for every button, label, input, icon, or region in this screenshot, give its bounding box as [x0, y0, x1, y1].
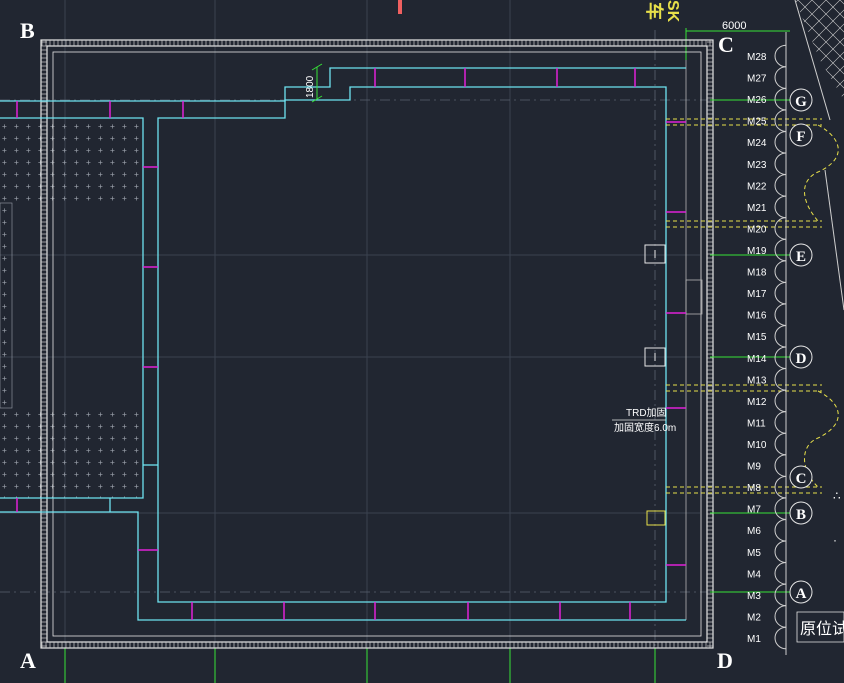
- corner-label-c: C: [718, 32, 734, 57]
- axis-marker-b[interactable]: B: [789, 501, 813, 525]
- well-arcs: [774, 44, 787, 650]
- well-label: M18: [747, 268, 767, 279]
- well-label: M28: [747, 52, 767, 63]
- well-label: M2: [747, 612, 761, 623]
- well-label: M25: [747, 117, 767, 128]
- well-label: M21: [747, 203, 767, 214]
- well-label: M11: [747, 418, 766, 429]
- well-arc: [774, 540, 787, 564]
- top-code: SK: [664, 0, 681, 23]
- well-arc: [774, 174, 787, 197]
- dimension-offset-label: 1800: [305, 75, 316, 98]
- trd-note-line2: 加固宽度6.0m: [614, 421, 676, 434]
- well-label: M7: [747, 505, 761, 516]
- well-arc: [774, 303, 787, 326]
- well-label: M6: [747, 526, 761, 537]
- well-arc: [774, 87, 787, 111]
- well-arc: [774, 454, 787, 477]
- cad-drawing-canvas[interactable]: +: [0, 0, 844, 683]
- axis-label-a: A: [796, 586, 807, 602]
- well-arc: [774, 518, 787, 542]
- hatched-soil-areas: [0, 118, 143, 498]
- well-labels: M28 M27 M26 M25 M24 M23 M22 M21 M20 M19 M18 M17 M16 M…: [747, 52, 767, 645]
- corner-label-d: D: [717, 648, 733, 673]
- well-label: M13: [747, 375, 767, 386]
- well-arc: [774, 626, 787, 650]
- well-arc: [774, 389, 787, 413]
- well-arc: [774, 238, 787, 262]
- well-label: M19: [747, 246, 767, 257]
- well-arc: [774, 324, 787, 348]
- well-arc: [774, 497, 787, 520]
- well-arc: [774, 281, 787, 305]
- axis-marker-d[interactable]: D: [789, 345, 813, 369]
- axis-label-d: D: [796, 351, 807, 367]
- trd-note-line1: TRD加固: [626, 407, 667, 419]
- bottom-right-note: 原位试: [796, 611, 844, 643]
- axis-label-c: C: [796, 471, 807, 487]
- yellow-dashed-lines: [666, 118, 839, 494]
- well-arc: [774, 130, 787, 154]
- well-label: M17: [747, 289, 767, 300]
- axis-marker-a[interactable]: A: [789, 580, 813, 604]
- dimension-offset: 1800: [305, 63, 323, 103]
- axis-marker-f[interactable]: F: [789, 123, 813, 147]
- axis-leader-lines: [710, 99, 790, 593]
- well-label: M8: [747, 483, 761, 494]
- well-arc: [774, 44, 787, 68]
- well-label: M5: [747, 548, 761, 559]
- well-arc: [774, 66, 787, 89]
- well-label: M15: [747, 332, 767, 343]
- top-char: 车: [644, 2, 665, 20]
- corner-label-b: B: [20, 18, 35, 43]
- axis-label-f: F: [796, 129, 805, 145]
- axis-label-b: B: [796, 507, 806, 523]
- well-arc: [774, 109, 787, 132]
- well-arc: [774, 605, 787, 628]
- well-label: M4: [747, 569, 761, 580]
- dimension-top: 6000: [685, 20, 790, 36]
- axis-marker-e[interactable]: E: [789, 243, 813, 267]
- axis-marker-g[interactable]: G: [789, 88, 813, 112]
- well-label: M20: [747, 224, 767, 235]
- well-label: M24: [747, 138, 767, 149]
- axis-label-g: G: [795, 94, 807, 110]
- well-arc: [774, 583, 787, 607]
- well-label: M3: [747, 591, 761, 602]
- well-arc: [774, 368, 787, 391]
- edge-glyph-2: ·: [833, 533, 837, 547]
- right-strip: [685, 60, 703, 620]
- well-label: M14: [747, 354, 767, 365]
- red-mark: [398, 0, 402, 14]
- well-label: M23: [747, 160, 767, 171]
- well-label: M22: [747, 181, 767, 192]
- well-arc: [774, 411, 787, 434]
- well-arc: [774, 346, 787, 370]
- well-label: M10: [747, 440, 767, 451]
- edge-glyph: ∴: [833, 489, 841, 503]
- well-label: M27: [747, 74, 767, 85]
- corner-label-a: A: [20, 648, 36, 673]
- well-arc: [774, 195, 787, 219]
- axis-marker-c[interactable]: C: [789, 465, 813, 489]
- well-label: M12: [747, 397, 767, 408]
- well-arc: [774, 432, 787, 456]
- axis-label-e: E: [796, 249, 806, 265]
- well-arc: [774, 152, 787, 176]
- well-label: M16: [747, 311, 767, 322]
- dimension-top-label: 6000: [722, 20, 746, 32]
- well-label: M26: [747, 95, 767, 106]
- bottom-right-note-text: 原位试: [800, 620, 844, 638]
- well-label: M9: [747, 462, 761, 473]
- well-arc: [774, 562, 787, 585]
- well-arc: [774, 260, 787, 283]
- grid-lines: [0, 0, 700, 683]
- well-label: M1: [747, 634, 761, 645]
